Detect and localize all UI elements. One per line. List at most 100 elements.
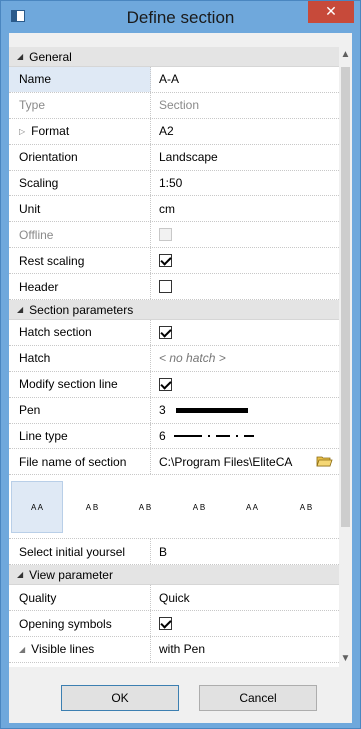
row-label: Type xyxy=(9,92,151,118)
scrollbar-thumb[interactable] xyxy=(341,67,350,527)
row-header[interactable]: Header xyxy=(9,274,339,301)
row-label: File name of section xyxy=(9,449,151,475)
pen-value[interactable]: 3 xyxy=(151,403,339,417)
header-checkbox[interactable] xyxy=(159,280,172,294)
define-section-dialog: Define section ✕ ◢ General Name A-A Type… xyxy=(0,0,361,729)
select-initial-value[interactable]: B xyxy=(151,545,339,559)
row-label: Orientation xyxy=(9,144,151,170)
line-type-value[interactable]: 6 xyxy=(151,429,339,443)
cancel-button[interactable]: Cancel xyxy=(199,685,317,711)
dialog-body: ◢ General Name A-A Type Section ▷ Format… xyxy=(9,33,352,723)
symbol-option[interactable]: A B xyxy=(173,481,225,533)
opening-symbols-checkbox[interactable] xyxy=(159,617,172,631)
row-label-container: ◢ Visible lines xyxy=(9,637,151,662)
row-label: Rest scaling xyxy=(9,248,151,274)
window-title: Define section xyxy=(126,8,235,27)
hatch-section-value xyxy=(151,325,339,339)
category-section-parameters[interactable]: ◢ Section parameters xyxy=(9,300,339,321)
row-format[interactable]: ▷ Format A2 xyxy=(9,118,339,145)
row-label: Unit xyxy=(9,196,151,222)
row-label: Visible lines xyxy=(31,642,95,657)
symbol-option[interactable]: A B xyxy=(279,481,333,533)
row-modify-section-line[interactable]: Modify section line xyxy=(9,371,339,398)
modify-section-line-checkbox[interactable] xyxy=(159,377,172,391)
row-quality[interactable]: Quality Quick xyxy=(9,585,339,612)
row-label: Modify section line xyxy=(9,371,151,397)
name-value[interactable]: A-A xyxy=(151,72,339,86)
rest-scaling-checkbox[interactable] xyxy=(159,254,172,268)
symbol-label: A A xyxy=(245,502,258,512)
row-pen[interactable]: Pen 3 xyxy=(9,397,339,424)
line-type-preview xyxy=(173,435,254,438)
row-scaling[interactable]: Scaling 1:50 xyxy=(9,170,339,197)
category-general[interactable]: ◢ General xyxy=(9,47,339,67)
row-label: Quality xyxy=(9,585,151,611)
row-label: Select initial yoursel xyxy=(9,539,151,565)
pen-preview xyxy=(175,407,248,413)
offline-value xyxy=(151,228,339,242)
category-label: General xyxy=(29,49,72,64)
file-name-value[interactable]: C:\Program Files\EliteCA xyxy=(151,455,339,469)
folder-open-icon[interactable] xyxy=(316,455,333,468)
row-label: Pen xyxy=(9,397,151,423)
collapse-icon[interactable]: ◢ xyxy=(17,305,23,314)
symbol-label: A B xyxy=(299,502,313,512)
row-label: Scaling xyxy=(9,170,151,196)
row-name[interactable]: Name A-A xyxy=(9,67,339,93)
row-hatch-section[interactable]: Hatch section xyxy=(9,320,339,346)
row-label: Opening symbols xyxy=(9,611,151,637)
row-label: Hatch xyxy=(9,345,151,371)
collapse-icon[interactable]: ◢ xyxy=(19,645,25,654)
quality-value[interactable]: Quick xyxy=(151,591,339,605)
property-grid: ◢ General Name A-A Type Section ▷ Format… xyxy=(9,47,339,667)
unit-value[interactable]: cm xyxy=(151,202,339,216)
row-opening-symbols[interactable]: Opening symbols xyxy=(9,611,339,638)
opening-symbols-value xyxy=(151,617,339,631)
hatch-section-checkbox[interactable] xyxy=(159,325,172,339)
row-label: Hatch section xyxy=(9,320,151,345)
format-value[interactable]: A2 xyxy=(151,124,339,138)
scaling-value[interactable]: 1:50 xyxy=(151,176,339,190)
category-view-parameter[interactable]: ◢ View parameter xyxy=(9,565,339,586)
row-label: Name xyxy=(9,67,151,92)
title-bar[interactable]: Define section ✕ xyxy=(1,1,360,33)
symbol-option[interactable]: A B xyxy=(119,481,171,533)
scroll-up-icon[interactable]: ▲ xyxy=(339,47,352,63)
category-label: View parameter xyxy=(29,567,113,582)
row-line-type[interactable]: Line type 6 xyxy=(9,423,339,450)
scroll-down-icon[interactable]: ▼ xyxy=(339,651,352,667)
row-label-container: ▷ Format xyxy=(9,118,151,144)
hatch-value[interactable]: < no hatch > xyxy=(151,351,339,365)
collapse-icon[interactable]: ◢ xyxy=(17,570,23,579)
row-unit[interactable]: Unit cm xyxy=(9,196,339,223)
symbol-label: A B xyxy=(138,502,152,512)
close-button[interactable]: ✕ xyxy=(308,1,354,23)
row-file-name[interactable]: File name of section C:\Program Files\El… xyxy=(9,449,339,476)
row-type: Type Section xyxy=(9,92,339,119)
line-type-number: 6 xyxy=(159,429,166,444)
symbol-label: A A xyxy=(30,502,43,512)
offline-checkbox xyxy=(159,228,172,242)
expand-icon[interactable]: ▷ xyxy=(19,127,25,136)
collapse-icon[interactable]: ◢ xyxy=(17,52,23,61)
row-orientation[interactable]: Orientation Landscape xyxy=(9,144,339,171)
orientation-value[interactable]: Landscape xyxy=(151,150,339,164)
symbol-option[interactable]: A A xyxy=(227,481,277,533)
row-label: Header xyxy=(9,274,151,300)
symbol-option[interactable]: A B xyxy=(67,481,117,533)
section-symbol-picker: A A A B A B A B A A A B xyxy=(9,475,339,540)
vertical-scrollbar[interactable]: ▲ ▼ xyxy=(339,47,352,667)
category-label: Section parameters xyxy=(29,302,134,317)
row-label: Line type xyxy=(9,423,151,449)
row-rest-scaling[interactable]: Rest scaling xyxy=(9,248,339,275)
row-hatch[interactable]: Hatch < no hatch > xyxy=(9,345,339,372)
ok-button[interactable]: OK xyxy=(61,685,179,711)
dialog-buttons: OK Cancel xyxy=(9,685,352,713)
symbol-label: A B xyxy=(85,502,99,512)
row-visible-lines[interactable]: ◢ Visible lines with Pen xyxy=(9,637,339,663)
row-select-initial[interactable]: Select initial yoursel B xyxy=(9,539,339,566)
modify-section-line-value xyxy=(151,377,339,391)
symbol-option[interactable]: A A xyxy=(11,481,63,534)
rest-scaling-value xyxy=(151,254,339,268)
visible-lines-value[interactable]: with Pen xyxy=(151,642,339,656)
